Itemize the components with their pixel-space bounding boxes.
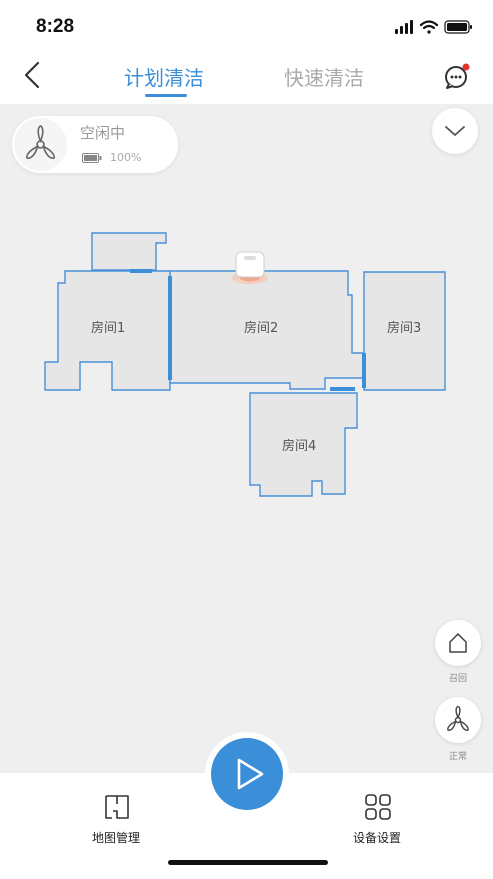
fan-icon-container	[14, 118, 67, 171]
room-1[interactable]	[44, 270, 171, 391]
chat-icon[interactable]	[443, 62, 471, 90]
status-bar: 8:28	[0, 0, 493, 48]
alcove-area	[91, 232, 167, 271]
grid-icon[interactable]	[364, 793, 392, 821]
battery-level-text: 100%	[110, 151, 142, 164]
map-management-label[interactable]: 地图管理	[92, 829, 140, 846]
room-3[interactable]	[363, 271, 446, 391]
expand-button[interactable]	[432, 108, 478, 154]
active-tab-indicator	[145, 94, 187, 97]
battery-icon	[82, 153, 102, 163]
back-icon[interactable]	[18, 60, 48, 90]
nav-bar: 计划清洁 快速清洁	[0, 48, 493, 104]
recall-label: 召回	[448, 674, 467, 684]
notification-dot	[462, 63, 470, 71]
device-status-card[interactable]: 空闲中 100%	[12, 116, 178, 173]
device-state-text: 空闲中	[80, 124, 126, 142]
recall-button[interactable]	[435, 620, 481, 666]
battery-status-icon	[444, 20, 472, 34]
suction-mode-button[interactable]	[435, 697, 481, 743]
tab-quick-clean[interactable]: 快速清洁	[284, 62, 364, 91]
suction-mode-label: 正常	[448, 752, 467, 762]
fan-icon	[26, 125, 55, 159]
start-clean-button[interactable]	[211, 738, 283, 810]
chevron-down-icon	[445, 126, 465, 136]
map-icon[interactable]	[103, 793, 131, 821]
home-icon	[449, 633, 467, 653]
system-status-icons	[395, 20, 472, 34]
fan-icon	[447, 705, 469, 731]
play-icon	[237, 758, 264, 790]
room-2[interactable]	[169, 270, 366, 390]
wifi-icon	[419, 20, 439, 34]
tab-scheduled-clean[interactable]: 计划清洁	[124, 62, 204, 91]
status-time: 8:28	[36, 16, 75, 37]
device-settings-label[interactable]: 设备设置	[353, 829, 401, 846]
room-4[interactable]	[249, 392, 358, 497]
home-indicator	[168, 860, 328, 865]
signal-icon	[395, 20, 413, 34]
